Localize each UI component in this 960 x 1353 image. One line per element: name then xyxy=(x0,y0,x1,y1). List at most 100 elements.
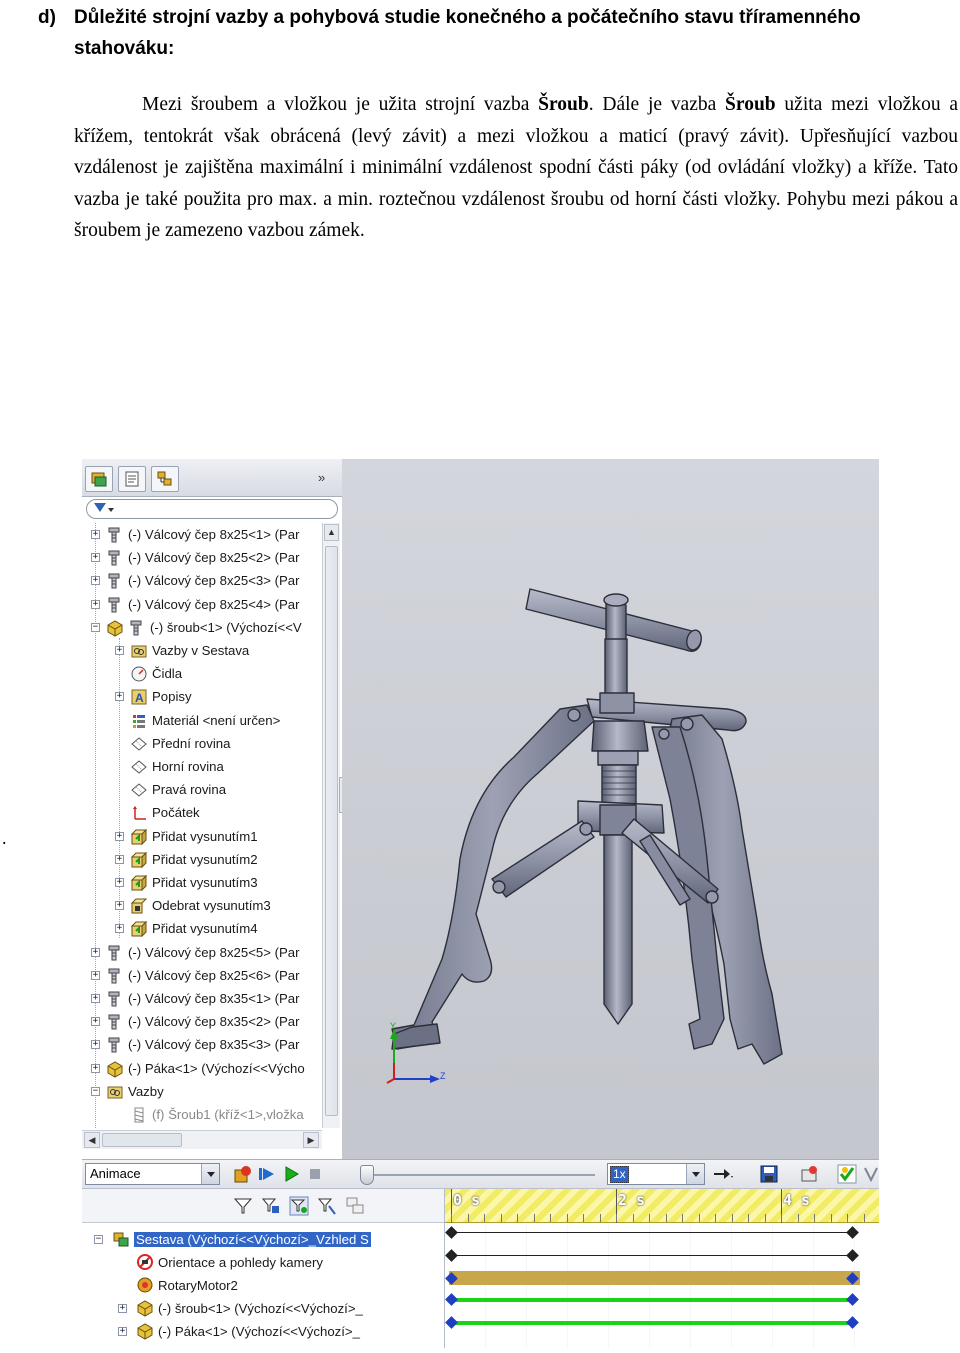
scroll-thumb[interactable] xyxy=(325,546,338,1116)
autokey-icon[interactable] xyxy=(836,1163,858,1185)
save-animation-icon[interactable] xyxy=(758,1163,780,1185)
tree-item[interactable]: Čidla xyxy=(130,662,182,685)
tree-item[interactable]: Vazby xyxy=(106,1080,164,1103)
tree-vertical-scrollbar[interactable]: ▲ xyxy=(322,523,340,1128)
configuration-manager-tab[interactable] xyxy=(151,466,179,492)
tree-item[interactable]: (-) Válcový čep 8x35<1> (Par xyxy=(106,987,300,1010)
hscroll-thumb[interactable] xyxy=(102,1133,182,1147)
key-diamond[interactable] xyxy=(445,1293,458,1306)
expand-icon[interactable]: + xyxy=(115,901,124,910)
filter-driving-icon[interactable] xyxy=(260,1195,282,1217)
tree-item[interactable]: Přidat vysunutím2 xyxy=(130,848,258,871)
scroll-right-icon[interactable]: ▶ xyxy=(303,1132,319,1148)
track-screw[interactable] xyxy=(449,1298,855,1302)
tree-item[interactable]: (-) Válcový čep 8x25<2> (Par xyxy=(106,546,300,569)
key-diamond[interactable] xyxy=(445,1249,458,1262)
motion-tree-item[interactable]: (-) šroub<1> (Výchozí<<Výchozí>_ xyxy=(136,1297,363,1319)
motion-tree-item[interactable]: RotaryMotor2 xyxy=(136,1274,238,1296)
key-diamond[interactable] xyxy=(445,1226,458,1239)
chevron-down-icon[interactable] xyxy=(201,1164,219,1184)
tree-item[interactable]: Přidat vysunutím4 xyxy=(130,917,258,940)
tree-item[interactable]: Materiál <není určen> xyxy=(130,709,280,732)
tree-item[interactable]: Odebrat vysunutím3 xyxy=(130,894,271,917)
tree-item[interactable]: (-) Válcový čep 8x25<3> (Par xyxy=(106,569,300,592)
study-type-select[interactable]: Animace xyxy=(85,1163,220,1185)
filter-dropdown-icon[interactable] xyxy=(108,508,114,512)
tree-item[interactable]: (-) Válcový čep 8x35<2> (Par xyxy=(106,1010,300,1033)
feature-manager-tab[interactable] xyxy=(85,466,113,492)
expand-icon[interactable]: + xyxy=(91,553,100,562)
playback-slider-track[interactable] xyxy=(370,1174,595,1176)
filter-animated-icon[interactable] xyxy=(232,1195,254,1217)
graphics-viewport[interactable]: Y Z xyxy=(342,459,879,1159)
expand-icon[interactable]: + xyxy=(115,832,124,841)
tree-item[interactable]: (f) Šroub1 (kříž<1>,vložka xyxy=(130,1103,304,1126)
time-ruler[interactable]: 0 s 2 s 4 s xyxy=(445,1189,879,1223)
chevron-down-icon[interactable] xyxy=(686,1164,704,1184)
filter-selected-icon[interactable] xyxy=(288,1195,310,1217)
expand-icon[interactable]: + xyxy=(115,855,124,864)
track-rotary-motor[interactable] xyxy=(449,1271,860,1285)
expand-icon[interactable]: + xyxy=(91,1017,100,1026)
timeline[interactable]: 0 s 2 s 4 s xyxy=(444,1189,879,1348)
collapse-icon[interactable]: − xyxy=(91,1087,100,1096)
expand-icon[interactable]: + xyxy=(91,600,100,609)
timeline-tracks[interactable] xyxy=(445,1224,879,1348)
tree-item[interactable]: Přidat vysunutím3 xyxy=(130,871,258,894)
animation-wizard-icon[interactable] xyxy=(798,1163,820,1185)
expand-icon[interactable]: + xyxy=(91,1040,100,1049)
tree-item[interactable]: A Popisy xyxy=(130,685,192,708)
tree-horizontal-scrollbar[interactable]: ◀ ▶ xyxy=(82,1130,322,1149)
calculate-icon[interactable] xyxy=(232,1163,254,1185)
collapse-icon[interactable]: − xyxy=(94,1235,103,1244)
expand-icon[interactable]: + xyxy=(115,878,124,887)
stop-icon[interactable] xyxy=(304,1163,326,1185)
expand-icon[interactable]: + xyxy=(91,994,100,1003)
scroll-up-icon[interactable]: ▲ xyxy=(324,524,339,541)
motion-tree-item[interactable]: (-) Páka<1> (Výchozí<<Výchozí>_ xyxy=(136,1320,360,1342)
property-manager-tab[interactable] xyxy=(118,466,146,492)
play-icon[interactable] xyxy=(280,1163,302,1185)
expand-icon[interactable]: + xyxy=(91,576,100,585)
collapse-icon[interactable]: − xyxy=(91,623,100,632)
playback-mode-icon[interactable] xyxy=(712,1163,734,1185)
tree-item[interactable]: (-) Válcový čep 8x25<5> (Par xyxy=(106,941,300,964)
play-from-start-icon[interactable] xyxy=(256,1163,278,1185)
motion-tree-item[interactable]: Sestava (Výchozí<<Výchozí>_Vzhled S xyxy=(112,1228,371,1250)
expand-icon[interactable]: + xyxy=(118,1304,127,1313)
expand-icon[interactable]: + xyxy=(91,948,100,957)
filter-results-icon[interactable] xyxy=(316,1195,338,1217)
tree-item[interactable]: Přidat vysunutím1 xyxy=(130,825,258,848)
tabs-more-chevron-icon[interactable]: » xyxy=(318,470,325,485)
tree-item[interactable]: Horní rovina xyxy=(130,755,224,778)
tree-item[interactable]: (-) šroub<1> (Výchozí<<V xyxy=(106,616,302,639)
tree-item[interactable]: (-) Válcový čep 8x25<4> (Par xyxy=(106,593,300,616)
tree-item[interactable]: Pravá rovina xyxy=(130,778,226,801)
key-diamond[interactable] xyxy=(445,1316,458,1329)
expand-icon[interactable]: + xyxy=(91,971,100,980)
tree-item[interactable]: (-) Válcový čep 8x25<6> (Par xyxy=(106,964,300,987)
expand-icon[interactable]: + xyxy=(91,530,100,539)
collapse-tree-icon[interactable] xyxy=(344,1195,366,1217)
playback-speed-select[interactable]: 1x xyxy=(607,1163,705,1185)
tree-item[interactable]: (-) Páka<1> (Výchozí<<Výcho xyxy=(106,1057,305,1080)
key-diamond[interactable] xyxy=(846,1226,859,1239)
expand-icon[interactable]: + xyxy=(118,1327,127,1336)
tree-item[interactable]: (-) Válcový čep 8x25<1> (Par xyxy=(106,523,300,546)
tree-item[interactable]: Počátek xyxy=(130,801,200,824)
track-lever[interactable] xyxy=(449,1321,855,1325)
add-key-icon[interactable] xyxy=(860,1163,879,1185)
tree-item[interactable]: (-) Válcový čep 8x35<3> (Par xyxy=(106,1033,300,1056)
tree-item[interactable]: Vazby v Sestava xyxy=(130,639,249,662)
tree-filter-box[interactable] xyxy=(86,499,338,519)
expand-icon[interactable]: + xyxy=(115,646,124,655)
expand-icon[interactable]: + xyxy=(115,692,124,701)
key-diamond[interactable] xyxy=(846,1316,859,1329)
key-diamond[interactable] xyxy=(846,1293,859,1306)
motion-tree-item[interactable]: Orientace a pohledy kamery xyxy=(136,1251,323,1273)
scroll-left-icon[interactable]: ◀ xyxy=(84,1132,100,1148)
playback-slider-knob[interactable] xyxy=(360,1165,374,1185)
tree-item[interactable]: Přední rovina xyxy=(130,732,230,755)
key-diamond[interactable] xyxy=(846,1249,859,1262)
expand-icon[interactable]: + xyxy=(115,924,124,933)
